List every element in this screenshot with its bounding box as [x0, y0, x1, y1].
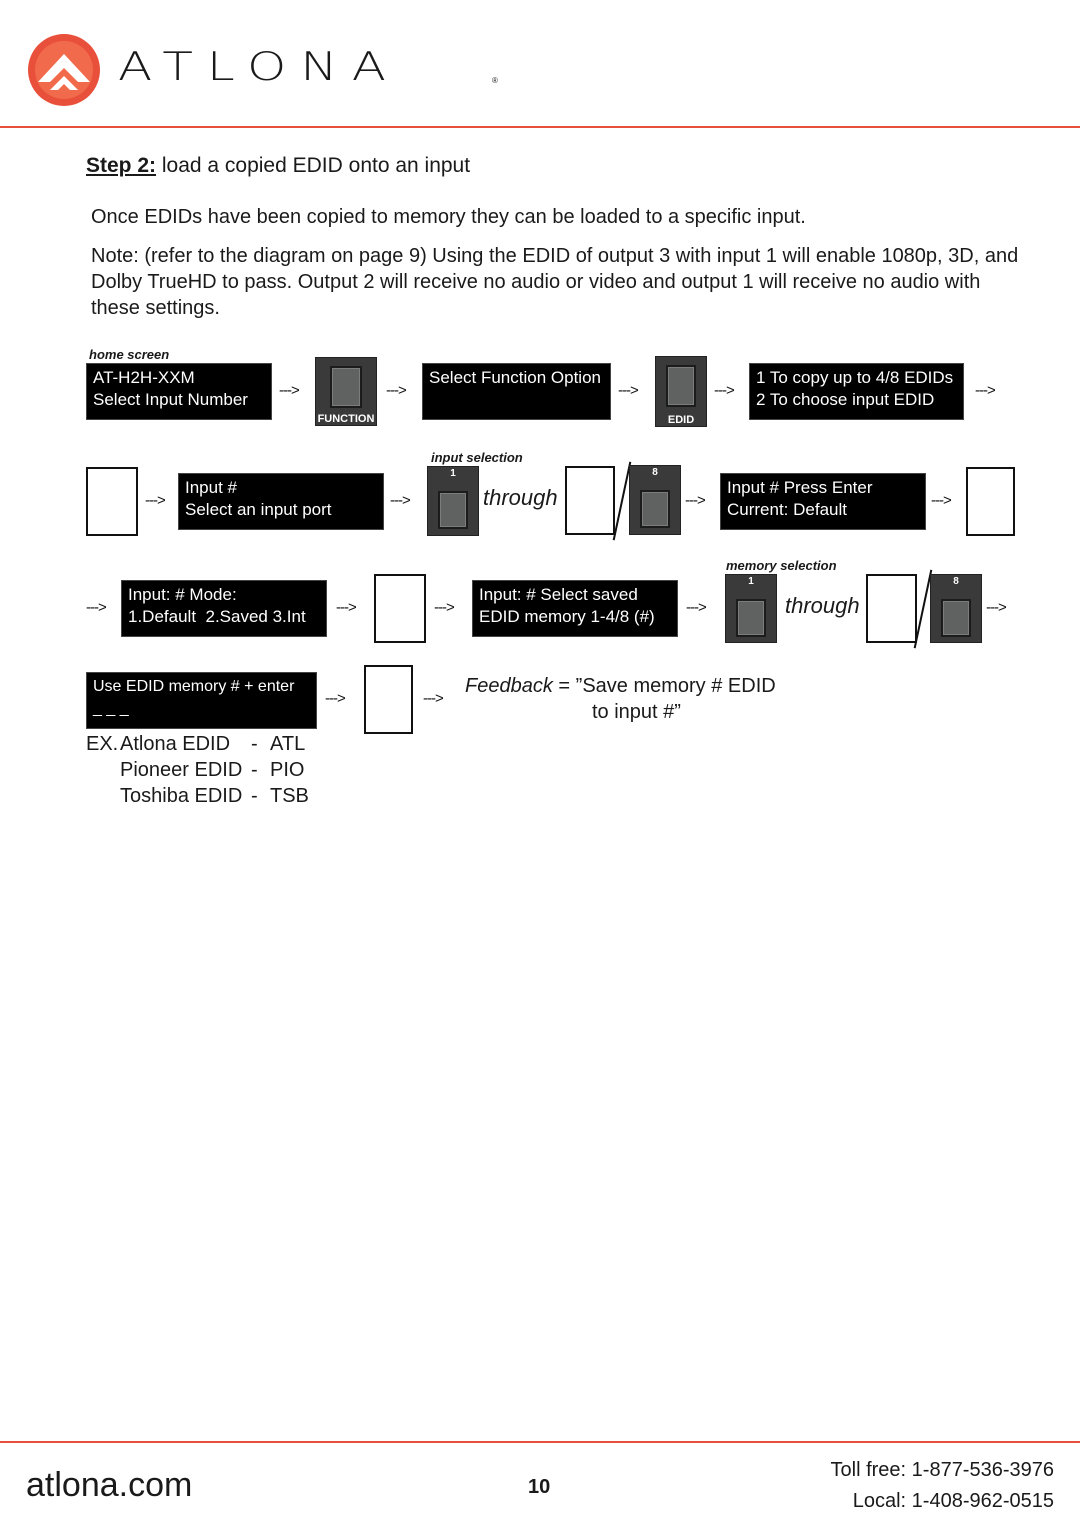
atlona-logo-mark-icon [28, 34, 100, 106]
empty-key-placeholder [374, 574, 426, 643]
atlona-logo: ATLONA ® [26, 32, 506, 112]
flow-arrow: ---> [386, 382, 407, 399]
example-name: Pioneer EDID [120, 759, 243, 781]
example-dash: - [251, 733, 258, 755]
memory-selection-caption: memory selection [726, 558, 837, 573]
example-code: ATL [270, 733, 306, 755]
input-key-icon [438, 491, 468, 529]
lcd-line: Input: # Mode: [128, 585, 237, 604]
lcd-line: Input # Press Enter [727, 478, 873, 497]
input-1-button[interactable]: 1 [427, 466, 479, 536]
lcd-use-edid: Use EDID memory # + enter _ _ _ [86, 672, 317, 729]
note-paragraph: Note: (refer to the diagram on page 9) U… [91, 245, 1019, 319]
lcd-line: AT-H2H-XXM [93, 368, 195, 387]
lcd-line: Select Function Option [429, 368, 601, 387]
flow-arrow: ---> [434, 599, 455, 616]
through-label: through [483, 485, 558, 510]
lcd-select-function: Select Function Option [422, 363, 611, 420]
flow-arrow: ---> [390, 492, 411, 509]
home-screen-caption: home screen [89, 347, 170, 362]
memory-8-button[interactable]: 8 [930, 574, 982, 643]
lcd-line: Input # [185, 478, 237, 497]
flow-arrow: ---> [975, 382, 996, 399]
lcd-line: Use EDID memory # + enter [93, 678, 295, 695]
example-code: PIO [270, 759, 305, 781]
input-selection-caption: input selection [431, 450, 523, 465]
flow-arrow: ---> [685, 492, 706, 509]
edid-key-icon [666, 365, 696, 407]
through-label: through [785, 593, 860, 618]
lcd-line: 2 To choose input EDID [756, 390, 935, 409]
memory-1-number: 1 [748, 576, 754, 587]
flow-arrow: ---> [325, 690, 346, 707]
memory-8-number: 8 [953, 576, 959, 587]
lcd-line: 1.Default 2.Saved 3.Int [128, 607, 306, 626]
flow-arrow: ---> [986, 599, 1007, 616]
example-code: TSB [270, 785, 309, 807]
lcd-press-enter: Input # Press Enter Current: Default [720, 473, 926, 530]
flow-arrow: ---> [618, 382, 639, 399]
local-number: Local: 1-408-962-0515 [852, 1490, 1054, 1512]
edid-button[interactable]: EDID [655, 356, 707, 427]
memory-key-icon [736, 599, 766, 637]
function-button-label: FUNCTION [317, 413, 375, 425]
function-key-icon [330, 366, 362, 408]
example-dash: - [251, 785, 258, 807]
feedback-line-2: to input #” [592, 701, 681, 723]
lcd-line: _ _ _ [93, 700, 129, 717]
lcd-input-port: Input # Select an input port [178, 473, 384, 530]
memory-1-button[interactable]: 1 [725, 574, 777, 643]
flow-arrow: ---> [279, 382, 300, 399]
function-button[interactable]: FUNCTION [315, 357, 377, 426]
example-dash: - [251, 759, 258, 781]
flow-arrow: ---> [714, 382, 735, 399]
empty-key-placeholder [565, 466, 615, 535]
feedback-text: Feedback = ”Save memory # EDID to input … [465, 673, 776, 725]
step-title: load a copied EDID onto an input [161, 154, 471, 177]
empty-key-placeholder [364, 665, 413, 734]
lcd-copy-choose: 1 To copy up to 4/8 EDIDs 2 To choose in… [749, 363, 964, 420]
lcd-line: EDID memory 1-4/8 (#) [479, 607, 655, 626]
lcd-mode: Input: # Mode: 1.Default 2.Saved 3.Int [121, 580, 327, 637]
lcd-home-screen: AT-H2H-XXM Select Input Number [86, 363, 272, 420]
edid-button-label: EDID [667, 414, 695, 426]
step-heading: Step 2: load a copied EDID onto an input [86, 154, 470, 178]
footer-website-link[interactable]: atlona.com [26, 1466, 192, 1505]
lcd-line: 1 To copy up to 4/8 EDIDs [756, 368, 954, 387]
lcd-select-saved: Input: # Select saved EDID memory 1-4/8 … [472, 580, 678, 637]
step-label: Step 2: [86, 154, 157, 177]
lcd-line: Current: Default [727, 500, 847, 519]
flow-arrow: ---> [423, 690, 444, 707]
lcd-line: Input: # Select saved [479, 585, 638, 604]
input-8-button[interactable]: 8 [629, 465, 681, 535]
page-number: 10 [528, 1476, 551, 1498]
registered-mark: ® [492, 76, 498, 85]
example-prefix: EX. [86, 733, 119, 755]
flow-arrow: ---> [145, 492, 166, 509]
example-name: Toshiba EDID [120, 785, 243, 807]
footer-divider [0, 1441, 1080, 1443]
toll-free-number: Toll free: 1-877-536-3976 [830, 1459, 1054, 1481]
feedback-equals: = [558, 675, 571, 697]
memory-key-icon [941, 599, 971, 637]
empty-key-placeholder [866, 574, 917, 643]
lcd-line: Select an input port [185, 500, 332, 519]
flow-arrow: ---> [86, 599, 107, 616]
brand-wordmark: ATLONA [118, 44, 400, 90]
empty-key-placeholder [86, 467, 138, 536]
empty-key-placeholder [966, 467, 1015, 536]
input-8-number: 8 [652, 467, 658, 478]
feedback-line-1: ”Save memory # EDID [575, 675, 776, 697]
flow-arrow: ---> [686, 599, 707, 616]
input-key-icon [640, 490, 670, 528]
header-divider [0, 126, 1080, 128]
input-1-number: 1 [450, 468, 456, 479]
flow-arrow: ---> [931, 492, 952, 509]
lcd-line: Select Input Number [93, 390, 248, 409]
feedback-label: Feedback [465, 675, 553, 697]
flow-arrow: ---> [336, 599, 357, 616]
example-name: Atlona EDID [120, 733, 231, 755]
intro-paragraph: Once EDIDs have been copied to memory th… [91, 206, 806, 228]
